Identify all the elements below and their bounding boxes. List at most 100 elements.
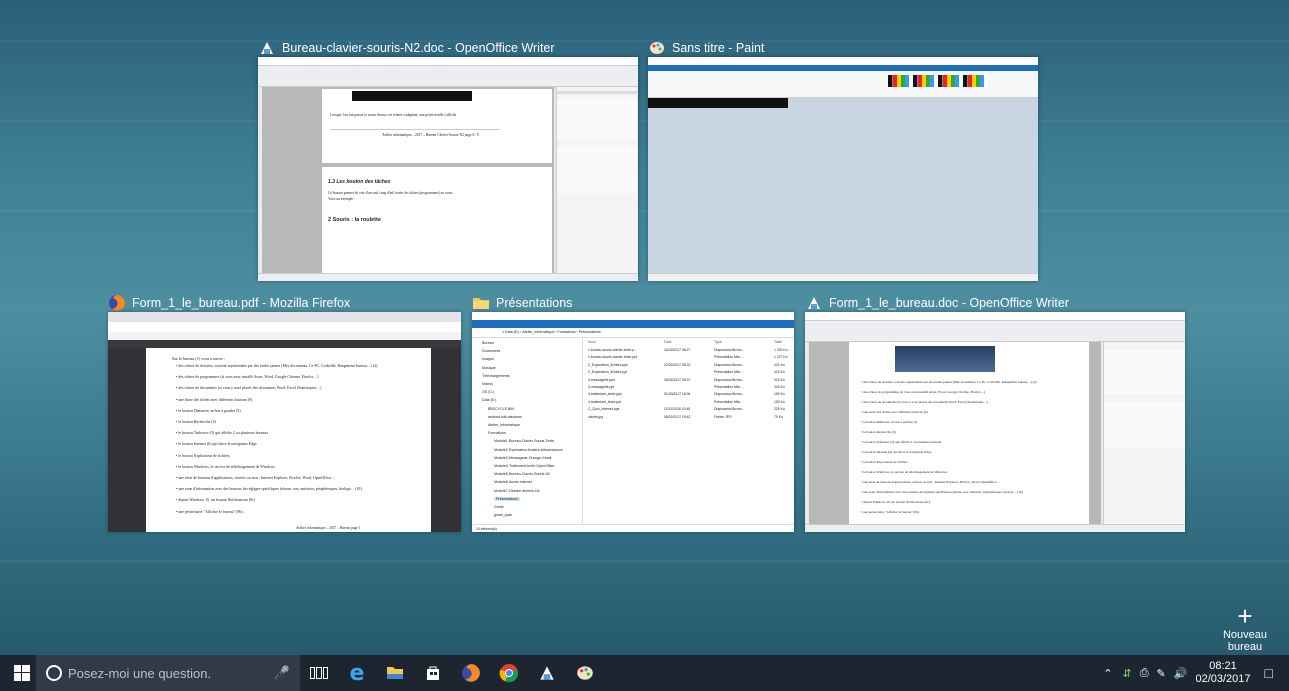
volume-icon[interactable]: 🔊 [1174, 667, 1188, 680]
edge-button[interactable]: e [338, 655, 376, 691]
doc-footer: Atelier informatique – 2017 – Bureau pag… [296, 526, 361, 530]
store-button[interactable] [414, 655, 452, 691]
column-header[interactable]: Type [714, 340, 722, 344]
nav-tree-item[interactable]: Module3-Messagerie-Orange-Gmail [494, 456, 551, 460]
openoffice-taskbar-button[interactable] [528, 655, 566, 691]
file-row[interactable]: clavier.jpg [588, 415, 603, 419]
column-header[interactable]: Date [664, 340, 672, 344]
window-title-bar: Form_1_le_bureau.doc - OpenOffice Writer [805, 292, 1069, 314]
nav-tree-item[interactable]: Module6-Accès internet [494, 480, 532, 484]
page-footer: Atelier informatique – 2017 – Bureau-Cla… [382, 133, 479, 137]
window-thumbnail-explorer[interactable]: Présentations « Data (E:) › Atelier_info… [472, 292, 794, 532]
window-thumbnail-paint[interactable]: Sans titre - Paint [648, 37, 1038, 281]
doc-list-item: • le bouton Internet (6) qui lance le na… [176, 442, 257, 447]
paint-taskbar-button[interactable] [566, 655, 604, 691]
nav-tree-item[interactable]: Musique [482, 366, 496, 370]
nav-tree-item[interactable]: Bureau [482, 341, 494, 345]
nav-tree-item[interactable]: Module2-Exploration-fichiers-Arborescenc… [494, 448, 563, 452]
window-title-bar: Sans titre - Paint [648, 37, 764, 59]
doc-list-item: • une série de boutons d'applications, o… [861, 480, 1000, 484]
notifications-icon[interactable]: □ [1265, 665, 1273, 681]
file-row[interactable]: 1-bureau-souris-clavier-texte.p... [588, 348, 637, 352]
firefox-taskbar-button[interactable] [452, 655, 490, 691]
window-preview: Lorsque l'on fait passer la souris dessu… [258, 57, 638, 281]
file-row[interactable]: 3-messagerie.ppt [588, 385, 614, 389]
window-thumbnail-writer-2[interactable]: Form_1_le_bureau.doc - OpenOffice Writer… [805, 292, 1185, 532]
file-cell: 22/02/2017 08:22 [664, 362, 691, 367]
openoffice-writer-icon [540, 666, 554, 680]
doc-list-item: • une zone d'information avec des bouton… [861, 490, 1023, 494]
file-row[interactable]: 2_Exploration_fichiers.pps [588, 363, 628, 367]
window-title: Présentations [496, 296, 573, 310]
window-thumbnail-firefox[interactable]: Form_1_le_bureau.pdf - Mozilla Firefox S… [108, 292, 461, 532]
system-tray: ⌃ ⇵ ⎙ ✎ 🔊 08:21 02/03/2017 □ [1103, 655, 1289, 691]
nav-tree-item[interactable]: OS (C:) [482, 390, 494, 394]
nav-tree-item[interactable]: Images [482, 357, 494, 361]
nav-tree-item[interactable]: Téléchargements [482, 374, 510, 378]
file-cell: 150 Ko [774, 392, 785, 397]
nav-tree-item[interactable]: Data (E:) [482, 398, 496, 402]
show-hidden-icons-chevron-icon[interactable]: ⌃ [1103, 667, 1112, 680]
file-cell: Diaporama Micros... [714, 348, 745, 352]
file-row[interactable]: 1-bureau-souris-clavier-texte.ppt [588, 355, 637, 359]
file-cell: 21/11/2016 10:45 [664, 407, 691, 412]
nav-tree-item[interactable]: Formations [488, 431, 506, 435]
column-header[interactable]: Taille [774, 340, 782, 344]
window-title-bar: Bureau-clavier-souris-N2.doc - OpenOffic… [258, 37, 555, 59]
column-header[interactable]: Nom [588, 340, 596, 344]
nav-tree-item[interactable]: Gmail [494, 505, 503, 509]
paint-icon [648, 39, 666, 57]
pen-icon[interactable]: ✎ [1157, 667, 1166, 680]
file-explorer-button[interactable] [376, 655, 414, 691]
file-cell: 1 227 Ko [774, 355, 788, 360]
file-row[interactable]: 4-traitement_texte.ppt [588, 400, 621, 404]
file-cell: 75 Ko [774, 414, 783, 419]
edge-icon: e [349, 660, 365, 686]
new-desktop-button[interactable]: + Nouveau bureau [1206, 603, 1284, 653]
doc-list-item: • une petite barre "Afficher le bureau" … [861, 510, 920, 514]
task-view-button[interactable] [300, 655, 338, 691]
clock[interactable]: 08:21 02/03/2017 [1195, 660, 1250, 686]
file-explorer-icon [387, 667, 403, 679]
microphone-icon[interactable]: 🎤 [274, 665, 290, 681]
openoffice-writer-icon [805, 294, 823, 312]
file-cell: Diaporama Micros... [714, 362, 745, 367]
nav-tree-item[interactable]: Documents [482, 349, 500, 353]
doc-list-item: • le bouton Recherche (4) [861, 430, 896, 434]
file-cell: Présentation Micr... [714, 385, 744, 389]
doc-list-item: • une petite barre "Afficher le bureau" … [176, 509, 244, 514]
file-cell: 320 Ko [774, 385, 785, 389]
nav-tree-item[interactable]: Module1-Bureau-Clavier-Souris-Texte [494, 439, 554, 443]
taskbar: Posez-moi une question. 🎤 e ⌃ ⇵ ⎙ ✎ 🔊 08… [0, 655, 1289, 691]
doc-list-item: • le bouton Taskview (5) qui affiche 2 o… [861, 440, 942, 444]
file-cell: 225 Ko [774, 407, 785, 412]
nav-tree-item[interactable]: Module5-Bureau-Clavier-Souris-N2 [494, 472, 550, 476]
file-row[interactable]: 4-traitement_texte.pps [588, 392, 622, 396]
doc-list-item: • depuis Windows 10, un bouton Notificat… [861, 500, 930, 504]
file-cell: Diaporama Micros... [714, 407, 745, 412]
file-row[interactable]: C_Quoi_Internet.pps [588, 407, 619, 411]
cortana-search-box[interactable]: Posez-moi une question. 🎤 [36, 655, 300, 691]
nav-tree-item[interactable]: gmail_pplis [494, 513, 512, 517]
explorer-path: « Data (E:) › Atelier_informatique › For… [502, 330, 601, 334]
file-row[interactable]: 2_Exploration_fichiers.ppt [588, 370, 627, 374]
openoffice-writer-icon [258, 39, 276, 57]
chrome-taskbar-button[interactable] [490, 655, 528, 691]
window-thumbnail-writer-1[interactable]: Bureau-clavier-souris-N2.doc - OpenOffic… [258, 37, 638, 281]
store-icon [427, 666, 439, 680]
file-cell: Fichier JPG [714, 414, 732, 419]
file-cell: 26/02/2017 08:37 [664, 377, 691, 382]
nav-tree-item[interactable]: $RECYCLE.BIN [488, 407, 514, 411]
nav-tree-item[interactable]: Atelier_informatique [488, 423, 520, 427]
nav-tree-item[interactable]: Module7-Gestion-fichiers-N2 [494, 489, 540, 493]
doc-list-item: • une barre des tâches avec différents b… [176, 397, 253, 402]
nav-tree-item[interactable]: Module4-Traitement-texte-OpenOffice [494, 464, 554, 468]
nav-tree-item[interactable]: android-sdk-windows [488, 415, 522, 419]
nav-tree-item[interactable]: Vidéos [482, 382, 493, 386]
file-cell: 150 Ko [774, 399, 785, 404]
printer-icon[interactable]: ⎙ [1140, 667, 1149, 680]
nav-tree-item[interactable]: Présentations [494, 496, 520, 501]
doc-list-item: • des icônes de documents (si vous y ave… [861, 400, 988, 404]
file-row[interactable]: 3-messagerie.pps [588, 378, 615, 382]
network-sync-icon[interactable]: ⇵ [1123, 667, 1132, 680]
